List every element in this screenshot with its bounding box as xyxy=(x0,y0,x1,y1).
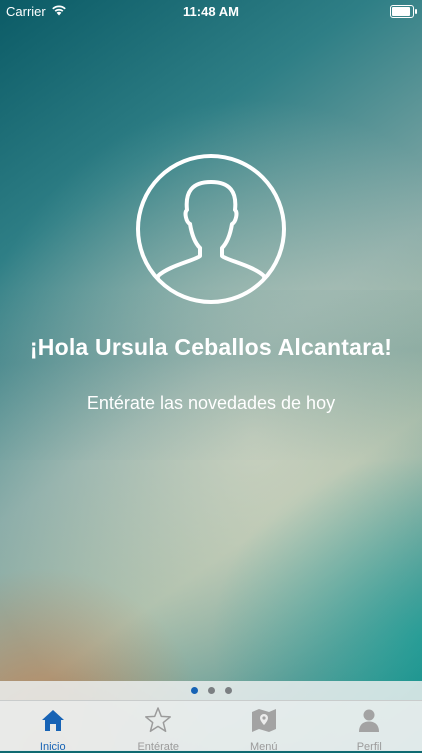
battery-fill xyxy=(392,7,410,16)
battery-icon xyxy=(390,5,414,18)
status-time: 11:48 AM xyxy=(0,4,422,19)
tab-inicio[interactable]: Inicio xyxy=(0,701,106,751)
tab-label-enterate: Entérate xyxy=(137,741,179,753)
user-silhouette-icon[interactable] xyxy=(134,152,288,306)
person-icon xyxy=(355,706,383,739)
greeting-title: ¡Hola Ursula Ceballos Alcantara! xyxy=(0,334,422,361)
tab-enterate[interactable]: Entérate xyxy=(106,701,212,751)
page-dot-3[interactable] xyxy=(225,687,232,694)
tab-perfil[interactable]: Perfil xyxy=(317,701,422,751)
tab-label-menu: Menú xyxy=(250,741,278,753)
status-bar: Carrier 11:48 AM xyxy=(0,0,422,22)
star-icon xyxy=(144,706,172,739)
tab-label-inicio: Inicio xyxy=(40,741,66,753)
page-indicator xyxy=(0,681,422,700)
tab-menu[interactable]: Menú xyxy=(211,701,317,751)
greeting-subtitle: Entérate las novedades de hoy xyxy=(0,393,422,414)
page-dot-1[interactable] xyxy=(191,687,198,694)
home-icon xyxy=(39,706,67,739)
page-dot-2[interactable] xyxy=(208,687,215,694)
background-overlay xyxy=(0,290,422,460)
map-icon xyxy=(250,706,278,739)
tab-bar: Inicio Entérate Menú Perfil xyxy=(0,700,422,751)
tab-label-perfil: Perfil xyxy=(357,741,382,753)
